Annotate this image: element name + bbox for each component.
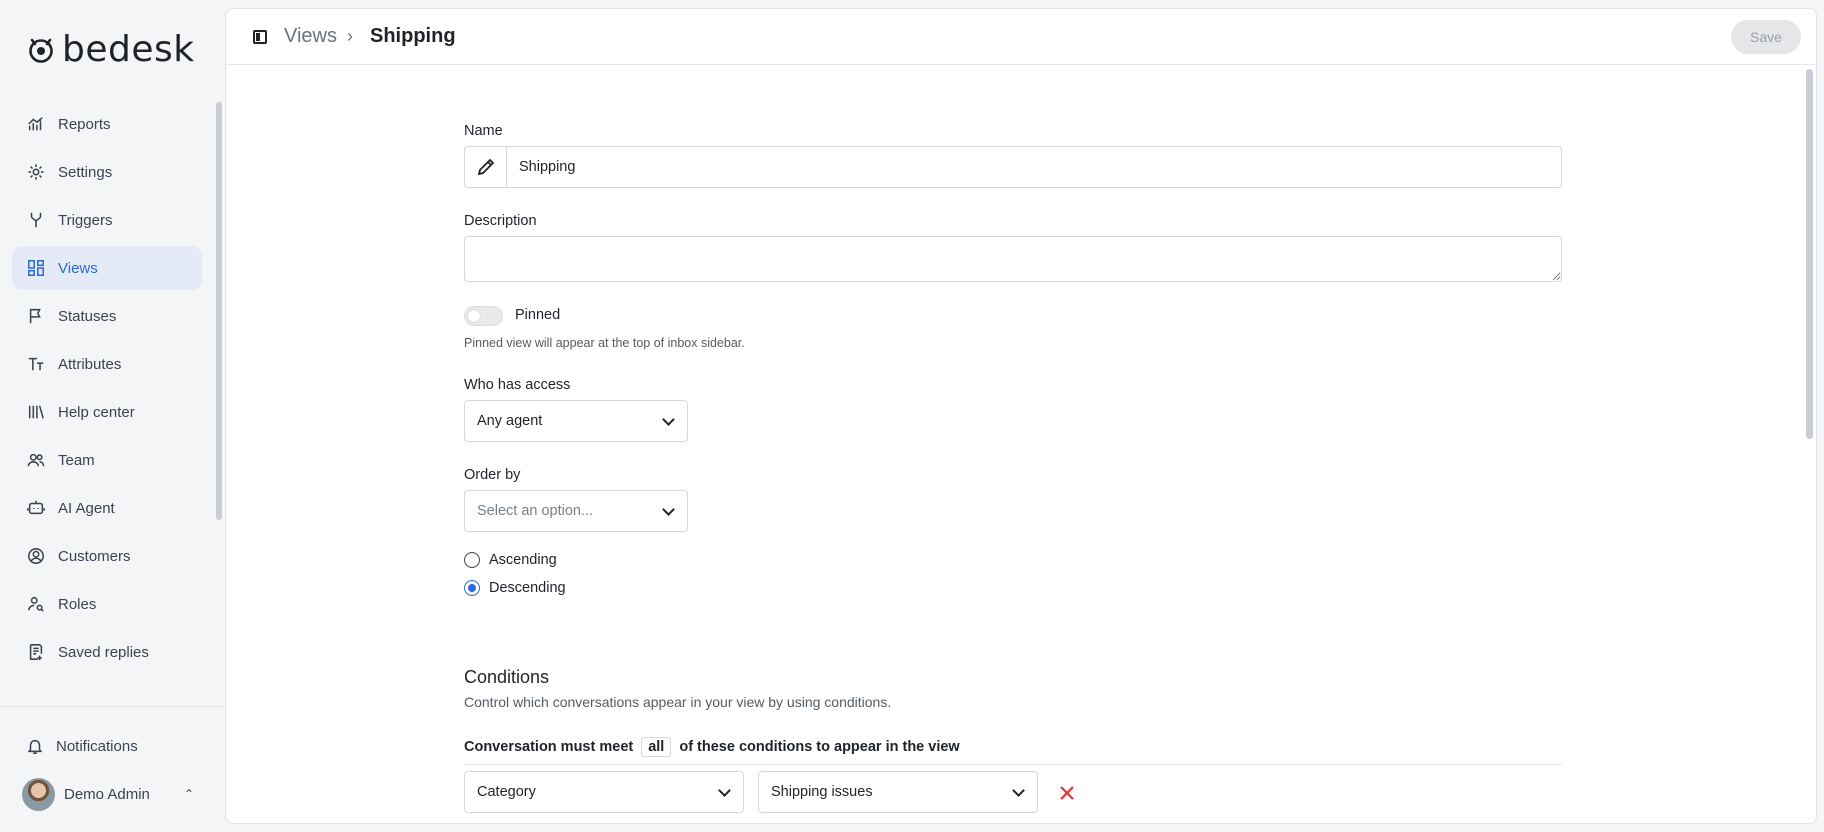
description-input[interactable] (464, 236, 1562, 282)
condition-value-value: Shipping issues (771, 784, 873, 800)
remove-condition-icon[interactable] (1056, 782, 1078, 804)
descending-label: Descending (489, 580, 566, 596)
chart-icon (26, 114, 46, 134)
gear-icon (26, 162, 46, 182)
sidebar-item-team[interactable]: Team (12, 438, 202, 482)
sidebar-item-ai-agent[interactable]: AI Agent (12, 486, 202, 530)
grid-icon (26, 258, 46, 278)
breadcrumb-parent[interactable]: Views (284, 25, 337, 48)
order-select[interactable]: Select an option... (464, 490, 688, 532)
conditions-title: Conditions (464, 667, 550, 687)
conditions-divider (464, 764, 1562, 765)
sidebar: bedesk Reports Settings Triggers Views S… (0, 0, 224, 832)
pinned-label: Pinned (515, 307, 561, 323)
access-label: Who has access (464, 377, 571, 393)
saved-reply-icon (26, 642, 46, 662)
bedesk-logo-icon (29, 38, 53, 63)
user-key-icon (26, 594, 46, 614)
sidebar-nav: Reports Settings Triggers Views Statuses… (12, 102, 202, 678)
text-size-icon (26, 354, 46, 374)
brand-name: bedesk (62, 29, 195, 70)
condition-value-select[interactable]: Shipping issues (758, 771, 1038, 813)
ascending-label: Ascending (489, 552, 557, 568)
sidebar-item-help-center[interactable]: Help center (12, 390, 202, 434)
sidebar-item-triggers[interactable]: Triggers (12, 198, 202, 242)
conditions-subtitle: Control which conversations appear in yo… (464, 694, 892, 710)
sidebar-toggle-icon[interactable] (253, 30, 267, 44)
sidebar-item-label: Team (58, 451, 95, 469)
sidebar-item-attributes[interactable]: Attributes (12, 342, 202, 386)
sidebar-item-label: Attributes (58, 355, 122, 373)
pinned-help-text: Pinned view will appear at the top of in… (464, 336, 745, 350)
library-icon (26, 402, 46, 422)
sidebar-scrollbar[interactable] (216, 102, 222, 520)
sidebar-item-label: Views (58, 259, 98, 277)
sidebar-item-roles[interactable]: Roles (12, 582, 202, 626)
rule-suffix: of these conditions to appear in the vie… (679, 739, 960, 755)
sidebar-item-label: Customers (58, 547, 131, 565)
main-panel: Views › Shipping Save Name Description P… (225, 8, 1817, 824)
main-scrollbar[interactable] (1806, 69, 1813, 439)
ascending-radio[interactable] (464, 552, 480, 568)
rule-prefix: Conversation must meet (464, 739, 634, 755)
user-name: Demo Admin (64, 785, 150, 803)
breadcrumb-chevron-icon: › (347, 26, 353, 46)
sidebar-item-customers[interactable]: Customers (12, 534, 202, 578)
condition-field-value: Category (477, 784, 536, 800)
descending-radio[interactable] (464, 580, 480, 596)
chevron-up-icon: ⌃ (183, 787, 194, 801)
sidebar-item-settings[interactable]: Settings (12, 150, 202, 194)
notifications-link[interactable]: Notifications (26, 734, 138, 758)
sidebar-item-label: Saved replies (58, 643, 149, 661)
descending-option[interactable]: Descending (464, 580, 566, 596)
top-bar: Views › Shipping Save (226, 9, 1816, 65)
order-placeholder: Select an option... (477, 503, 594, 519)
sidebar-item-label: Triggers (58, 211, 113, 229)
sidebar-item-label: AI Agent (58, 499, 115, 517)
flag-icon (26, 306, 46, 326)
ascending-option[interactable]: Ascending (464, 552, 557, 568)
rule-match-select[interactable]: all (641, 737, 672, 757)
sidebar-item-views[interactable]: Views (12, 246, 202, 290)
access-select[interactable]: Any agent (464, 400, 688, 442)
order-label: Order by (464, 467, 521, 483)
bot-icon (26, 498, 46, 518)
sidebar-item-statuses[interactable]: Statuses (12, 294, 202, 338)
user-circle-icon (26, 546, 46, 566)
notifications-label: Notifications (56, 737, 138, 755)
chevron-down-icon (662, 413, 675, 426)
description-label: Description (464, 213, 537, 229)
pencil-icon[interactable] (465, 147, 507, 187)
sidebar-item-label: Roles (58, 595, 97, 613)
name-field (464, 146, 1562, 188)
sidebar-item-label: Statuses (58, 307, 117, 325)
brand-logo[interactable]: bedesk (26, 30, 195, 70)
page-title: Shipping (370, 25, 456, 47)
chevron-down-icon (662, 503, 675, 516)
user-menu[interactable]: Demo Admin ⌃ (22, 777, 202, 811)
chevron-down-icon (1012, 784, 1025, 797)
sidebar-item-label: Reports (58, 115, 111, 133)
branch-icon (26, 210, 46, 230)
chevron-down-icon (718, 784, 731, 797)
bell-icon (27, 739, 43, 754)
sidebar-item-label: Settings (58, 163, 113, 181)
name-input[interactable] (507, 147, 1561, 187)
avatar (22, 777, 55, 811)
sidebar-divider (0, 706, 224, 707)
sidebar-item-label: Help center (58, 403, 135, 421)
condition-field-select[interactable]: Category (464, 771, 744, 813)
sidebar-item-saved-replies[interactable]: Saved replies (12, 630, 202, 674)
users-icon (26, 450, 46, 470)
conditions-rule: Conversation must meet all of these cond… (464, 737, 960, 757)
sidebar-item-reports[interactable]: Reports (12, 102, 202, 146)
save-button[interactable]: Save (1731, 20, 1801, 54)
pinned-toggle[interactable] (464, 306, 503, 326)
name-label: Name (464, 123, 503, 139)
access-value: Any agent (477, 413, 543, 429)
